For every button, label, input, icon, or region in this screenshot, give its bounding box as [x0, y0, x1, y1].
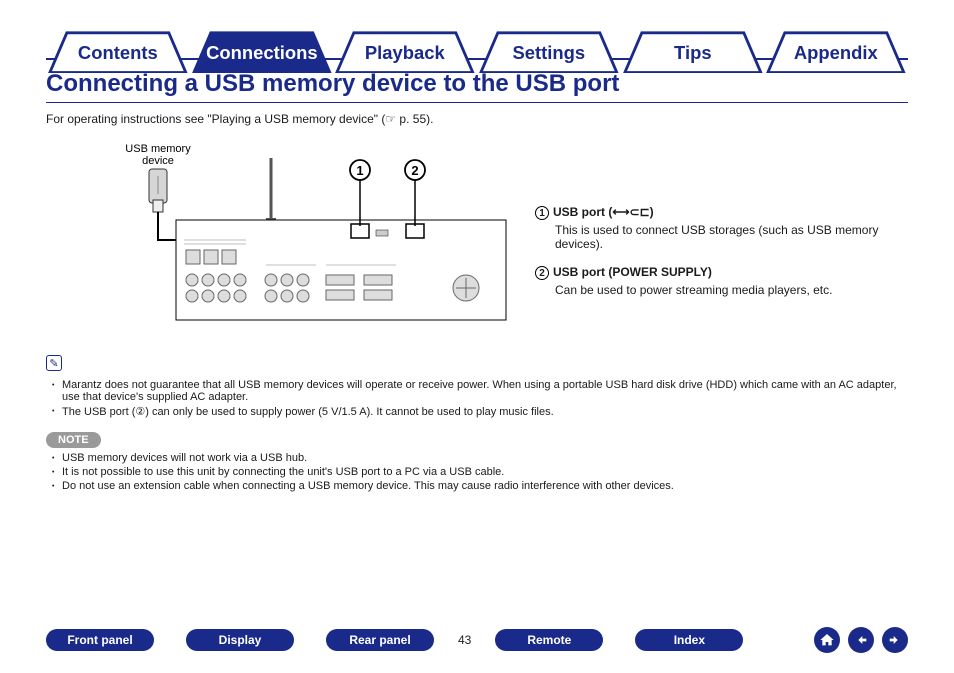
diagram-callout-marker-1: 1 — [350, 160, 370, 180]
next-page-button[interactable] — [882, 627, 908, 653]
tab-settings[interactable]: Settings — [478, 30, 620, 58]
home-button[interactable] — [814, 627, 840, 653]
callout-list: 1 USB port (⟷⊂⊏) This is used to connect … — [535, 205, 908, 311]
callout-head-text: USB port (POWER SUPPLY) — [553, 265, 712, 279]
page-title: Connecting a USB memory device to the US… — [46, 70, 908, 103]
arrow-right-icon — [887, 632, 903, 648]
prev-page-button[interactable] — [848, 627, 874, 653]
receiver-rear-panel — [176, 220, 506, 320]
intro-link[interactable]: "Playing a USB memory device" (☞ p. 55) — [207, 112, 430, 126]
callout-number-icon: 1 — [535, 206, 549, 220]
tip-item: The USB port (②) can only be used to sup… — [52, 405, 908, 418]
page-number: 43 — [458, 633, 471, 647]
connection-diagram: USB memory device — [46, 140, 516, 335]
note-item: USB memory devices will not work via a U… — [52, 452, 908, 464]
tab-label: Appendix — [794, 42, 879, 63]
callout-body-text: Can be used to power streaming media pla… — [555, 283, 908, 297]
tip-block: ✎ Marantz does not guarantee that all US… — [46, 355, 908, 420]
callout-item: 2 USB port (POWER SUPPLY) Can be used to … — [535, 265, 908, 297]
svg-text:1: 1 — [356, 163, 363, 178]
nav-index[interactable]: Index — [635, 629, 743, 651]
note-badge: NOTE — [46, 432, 101, 448]
nav-display[interactable]: Display — [186, 629, 294, 651]
nav-rear-panel[interactable]: Rear panel — [326, 629, 434, 651]
diagram-callout-marker-2: 2 — [405, 160, 425, 180]
pencil-icon: ✎ — [46, 355, 62, 371]
nav-remote[interactable]: Remote — [495, 629, 603, 651]
tip-list: Marantz does not guarantee that all USB … — [52, 379, 908, 418]
callout-head-text: USB port (⟷⊂⊏) — [553, 205, 654, 219]
nav-front-panel[interactable]: Front panel — [46, 629, 154, 651]
intro-text: For operating instructions see "Playing … — [46, 112, 908, 126]
bottom-nav: Front panel Display Rear panel 43 Remote… — [46, 627, 908, 653]
usb-stick-icon — [149, 169, 167, 212]
callout-item: 1 USB port (⟷⊂⊏) This is used to connect … — [535, 205, 908, 251]
top-tabs: Contents Connections Playback Settings T… — [46, 30, 908, 60]
note-item: Do not use an extension cable when conne… — [52, 480, 908, 492]
tab-appendix[interactable]: Appendix — [765, 30, 907, 58]
usb-label-1: USB memory — [125, 143, 191, 155]
home-icon — [819, 632, 835, 648]
note-block: NOTE USB memory devices will not work vi… — [46, 432, 908, 494]
tab-label: Playback — [365, 42, 446, 63]
svg-text:2: 2 — [411, 163, 418, 178]
arrow-left-icon — [853, 632, 869, 648]
tab-playback[interactable]: Playback — [334, 30, 476, 58]
tab-contents[interactable]: Contents — [47, 30, 189, 58]
note-item: It is not possible to use this unit by c… — [52, 466, 908, 478]
tab-label: Connections — [206, 42, 317, 63]
tab-tips[interactable]: Tips — [622, 30, 764, 58]
tab-label: Tips — [674, 42, 712, 63]
callout-number-icon: 2 — [535, 266, 549, 280]
usb-label-2: device — [142, 155, 174, 167]
callout-body-text: This is used to connect USB storages (su… — [555, 223, 908, 251]
antenna-icon — [266, 158, 276, 226]
tab-connections[interactable]: Connections — [191, 30, 333, 58]
tip-item: Marantz does not guarantee that all USB … — [52, 379, 908, 403]
intro-prefix: For operating instructions see — [46, 112, 207, 126]
tab-label: Settings — [513, 42, 586, 63]
tab-label: Contents — [78, 42, 158, 63]
intro-suffix: . — [430, 112, 433, 126]
note-list: USB memory devices will not work via a U… — [52, 452, 908, 492]
